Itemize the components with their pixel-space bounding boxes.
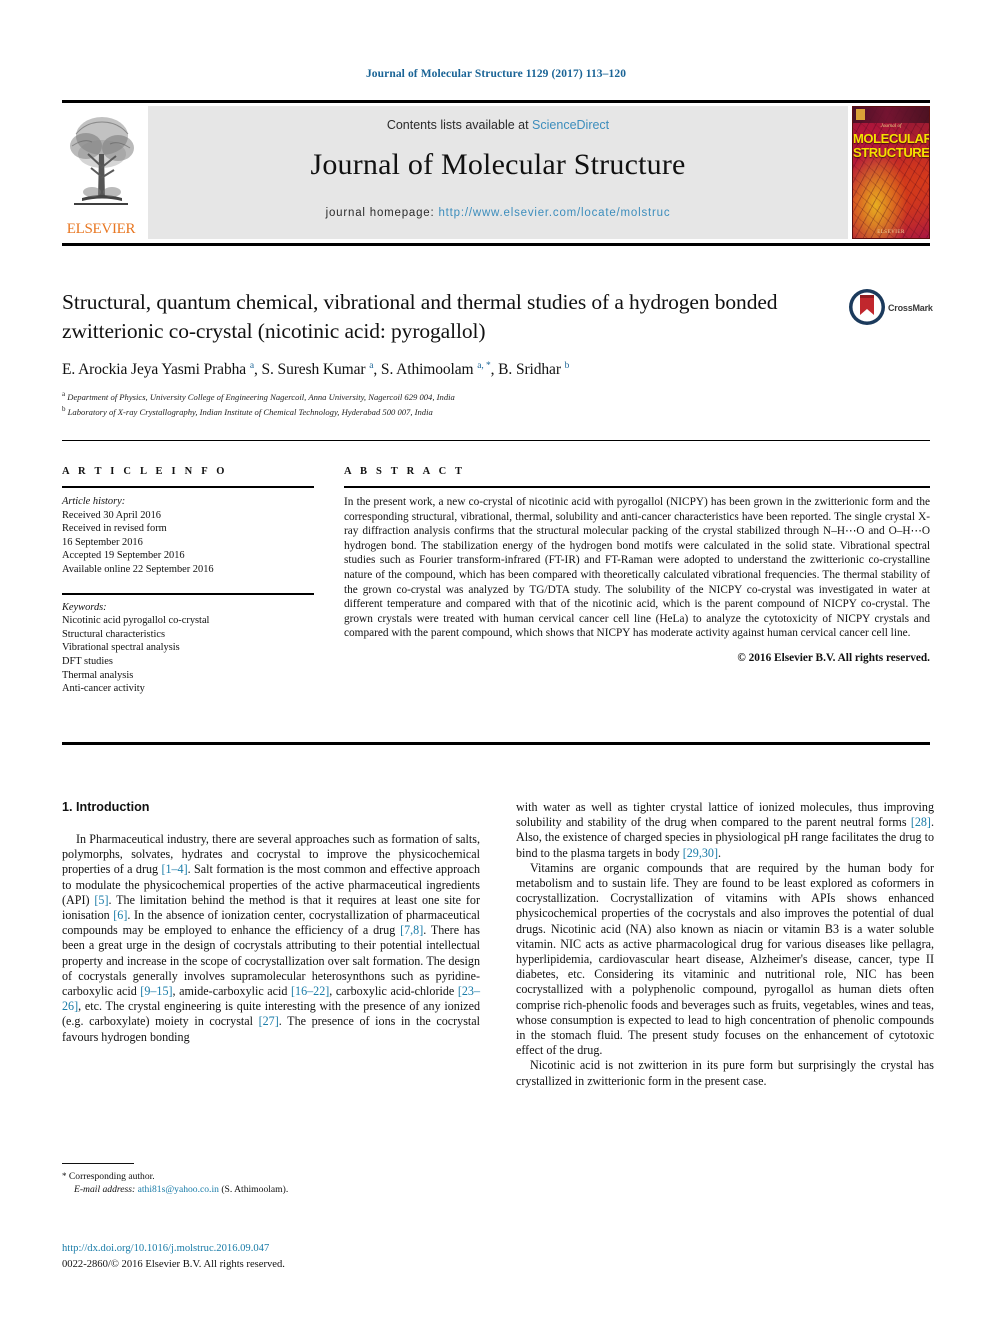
page-title: Structural, quantum chemical, vibrationa…	[62, 290, 778, 343]
crossmark-label: CrossMark	[888, 303, 933, 313]
email-line: E-mail address: athi81s@yahoo.co.in (S. …	[62, 1183, 482, 1196]
citation-link[interactable]: [1–4]	[161, 862, 187, 876]
journal-homepage-line: journal homepage: http://www.elsevier.co…	[148, 207, 848, 219]
article-info-column: A R T I C L E I N F O Article history: Re…	[62, 466, 314, 696]
journal-title: Journal of Molecular Structure	[310, 148, 686, 181]
issn-copyright-line: 0022-2860/© 2016 Elsevier B.V. All right…	[62, 1259, 285, 1270]
journal-banner: Contents lists available at ScienceDirec…	[148, 106, 848, 239]
history-item: Accepted 19 September 2016	[62, 550, 185, 562]
intro-paragraphs-right: with water as well as tighter crystal la…	[516, 800, 934, 1089]
article-title-block: Structural, quantum chemical, vibrationa…	[62, 288, 842, 419]
history-label: Article history:	[62, 496, 126, 507]
email-label: E-mail address:	[74, 1184, 136, 1196]
email-owner: (S. Athimoolam).	[221, 1184, 289, 1196]
keywords-list: Keywords: Nicotinic acid pyrogallol co-cr…	[62, 601, 314, 696]
divider-below-masthead	[62, 243, 930, 246]
body-paragraph: Vitamins are organic compounds that are …	[516, 860, 934, 1058]
corresponding-author-text: Corresponding author.	[68, 1171, 155, 1182]
keyword-item: Thermal analysis	[62, 669, 134, 681]
body-paragraph: In Pharmaceutical industry, there are se…	[62, 832, 480, 1044]
history-item: Available online 22 September 2016	[62, 563, 214, 575]
footnote-rule	[62, 1163, 134, 1164]
abstract-heading: A B S T R A C T	[344, 466, 466, 477]
keyword-item: Nicotinic acid pyrogallol co-crystal	[62, 615, 210, 627]
history-item: Received 30 April 2016	[62, 509, 161, 521]
contents-prefix: Contents lists available at	[386, 118, 533, 132]
asterisk-icon: *	[62, 1171, 67, 1181]
journal-cover-thumbnail: Journal of MOLECULAR STRUCTURE ELSEVIER	[852, 106, 930, 239]
cover-title-line2: STRUCTURE	[853, 145, 930, 160]
history-item: 16 September 2016	[62, 536, 143, 548]
history-item: Received in revised form	[62, 523, 167, 535]
citation-link[interactable]: [6]	[113, 908, 127, 922]
crossmark-badge[interactable]: CrossMark	[848, 288, 944, 332]
body-column-right: with water as well as tighter crystal la…	[516, 800, 934, 1089]
intro-paragraphs-left: In Pharmaceutical industry, there are se…	[62, 832, 480, 1045]
author-list: E. Arockia Jeya Yasmi Prabha a, S. Sures…	[62, 361, 570, 379]
crossmark-icon	[849, 289, 885, 325]
homepage-prefix: journal homepage:	[325, 207, 439, 219]
cover-journal-word: Journal of	[880, 124, 902, 129]
corresponding-author-note: * Corresponding author. E-mail address: …	[62, 1170, 482, 1197]
affiliation-line: a Department of Physics, University Coll…	[62, 390, 455, 403]
divider-below-abstract	[62, 742, 930, 745]
citation-link[interactable]: [27]	[259, 1014, 279, 1028]
keyword-item: DFT studies	[62, 655, 113, 667]
citation-link[interactable]: [23–26]	[62, 984, 480, 1013]
email-link[interactable]: athi81s@yahoo.co.in	[138, 1184, 219, 1195]
contents-lists-line: Contents lists available at ScienceDirec…	[148, 118, 848, 132]
affiliations: a Department of Physics, University Coll…	[62, 388, 842, 419]
cover-title-line1: MOLECULAR	[853, 131, 930, 146]
keywords-label: Keywords:	[62, 601, 107, 613]
corresponding-author-line: * Corresponding author.	[62, 1170, 482, 1183]
article-info-heading: A R T I C L E I N F O	[62, 466, 228, 477]
divider-top	[62, 100, 930, 103]
affiliation-line: b Laboratory of X-ray Crystallography, I…	[62, 405, 433, 418]
citation-link[interactable]: [5]	[94, 893, 108, 907]
abstract-text: In the present work, a new co-crystal of…	[344, 496, 930, 640]
citation-link[interactable]: [9–15]	[140, 984, 172, 998]
citation-link[interactable]: [7,8]	[400, 923, 423, 937]
article-info-rule	[62, 486, 314, 488]
paper-page: Journal of Molecular Structure 1129 (201…	[0, 0, 992, 1323]
doi-link[interactable]: http://dx.doi.org/10.1016/j.molstruc.201…	[62, 1243, 269, 1254]
elsevier-wordmark: ELSEVIER	[66, 221, 136, 237]
citation-link[interactable]: [16–22]	[291, 984, 329, 998]
journal-masthead: ELSEVIER Contents lists available at Sci…	[62, 106, 930, 239]
sciencedirect-link[interactable]: ScienceDirect	[532, 118, 609, 132]
cover-publisher: ELSEVIER	[877, 230, 905, 235]
section-heading-introduction: 1. Introduction	[62, 800, 150, 814]
citation-link[interactable]: [29,30]	[683, 846, 718, 860]
article-history: Article history: Received 30 April 2016 Re…	[62, 495, 314, 577]
body-paragraph: with water as well as tighter crystal la…	[516, 800, 934, 860]
running-head: Journal of Molecular Structure 1129 (201…	[365, 68, 627, 80]
elsevier-logo: ELSEVIER	[62, 106, 140, 239]
abstract-copyright: © 2016 Elsevier B.V. All rights reserved…	[737, 651, 930, 664]
keyword-item: Structural characteristics	[62, 628, 165, 640]
elsevier-tree-icon	[70, 117, 134, 205]
abstract-rule	[344, 486, 930, 488]
abstract-column: A B S T R A C T In the present work, a n…	[344, 466, 930, 664]
keyword-item: Vibrational spectral analysis	[62, 642, 180, 654]
body-column-left: 1. Introduction In Pharmaceutical indust…	[62, 800, 480, 1045]
homepage-link[interactable]: http://www.elsevier.com/locate/molstruc	[438, 207, 670, 219]
keyword-item: Anti-cancer activity	[62, 683, 145, 695]
keywords-rule	[62, 592, 314, 595]
citation-link[interactable]: [28]	[911, 815, 931, 829]
cover-elsevier-mark	[856, 109, 865, 120]
body-paragraph: Nicotinic acid is not zwitterion in its …	[516, 1058, 934, 1088]
divider-below-title	[62, 440, 930, 441]
